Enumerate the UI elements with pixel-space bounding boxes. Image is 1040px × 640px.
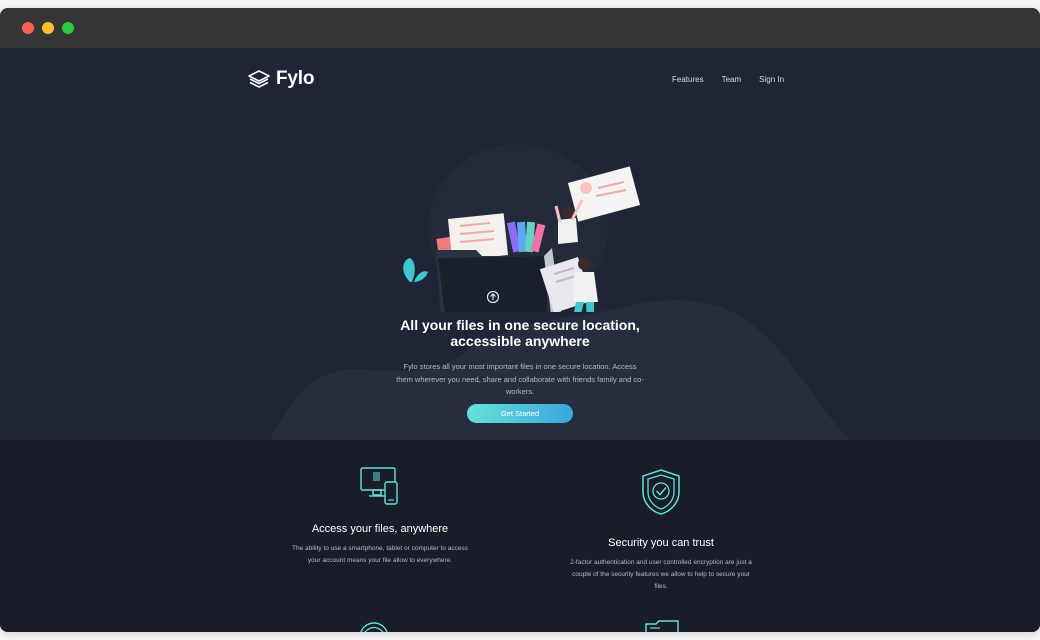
nav-link-features[interactable]: Features xyxy=(672,75,704,84)
folder-icon-partial xyxy=(645,620,679,632)
feature-access-anywhere: Access your files, anywhere The ability … xyxy=(285,466,475,567)
feature-description: 2-factor authentication and user control… xyxy=(570,559,752,590)
hero-illustration xyxy=(403,144,641,312)
feature-title: Access your files, anywhere xyxy=(311,523,449,535)
hero-headline: All your files in one secure location, a… xyxy=(400,317,640,349)
collaboration-icon-partial xyxy=(360,622,388,632)
feature-description: The ability to use a smartphone, tablet … xyxy=(292,545,468,564)
feature-security: Security you can trust 2-factor authenti… xyxy=(566,468,756,593)
stack-logo-icon xyxy=(248,70,270,88)
window-titlebar xyxy=(0,8,1040,48)
fylo-logo[interactable]: Fylo xyxy=(248,68,314,90)
minimize-window-button[interactable] xyxy=(42,22,54,34)
feature-title: Security you can trust xyxy=(608,537,714,549)
devices-icon xyxy=(360,467,398,505)
main-navigation: Features Team Sign In xyxy=(672,75,784,84)
browser-window: Fylo Features Team Sign In All your file… xyxy=(0,8,1040,632)
close-window-button[interactable] xyxy=(22,22,34,34)
landing-page: Fylo Features Team Sign In All your file… xyxy=(0,48,1040,632)
shield-check-icon xyxy=(642,469,680,515)
nav-link-team[interactable]: Team xyxy=(722,75,742,84)
maximize-window-button[interactable] xyxy=(62,22,74,34)
features-background xyxy=(0,440,1040,632)
get-started-button[interactable]: Get Started xyxy=(467,404,573,423)
nav-link-sign-in[interactable]: Sign In xyxy=(759,75,784,84)
logo-wordmark: Fylo xyxy=(276,68,315,89)
hero-lead-text: Fylo stores all your most important file… xyxy=(396,362,644,396)
